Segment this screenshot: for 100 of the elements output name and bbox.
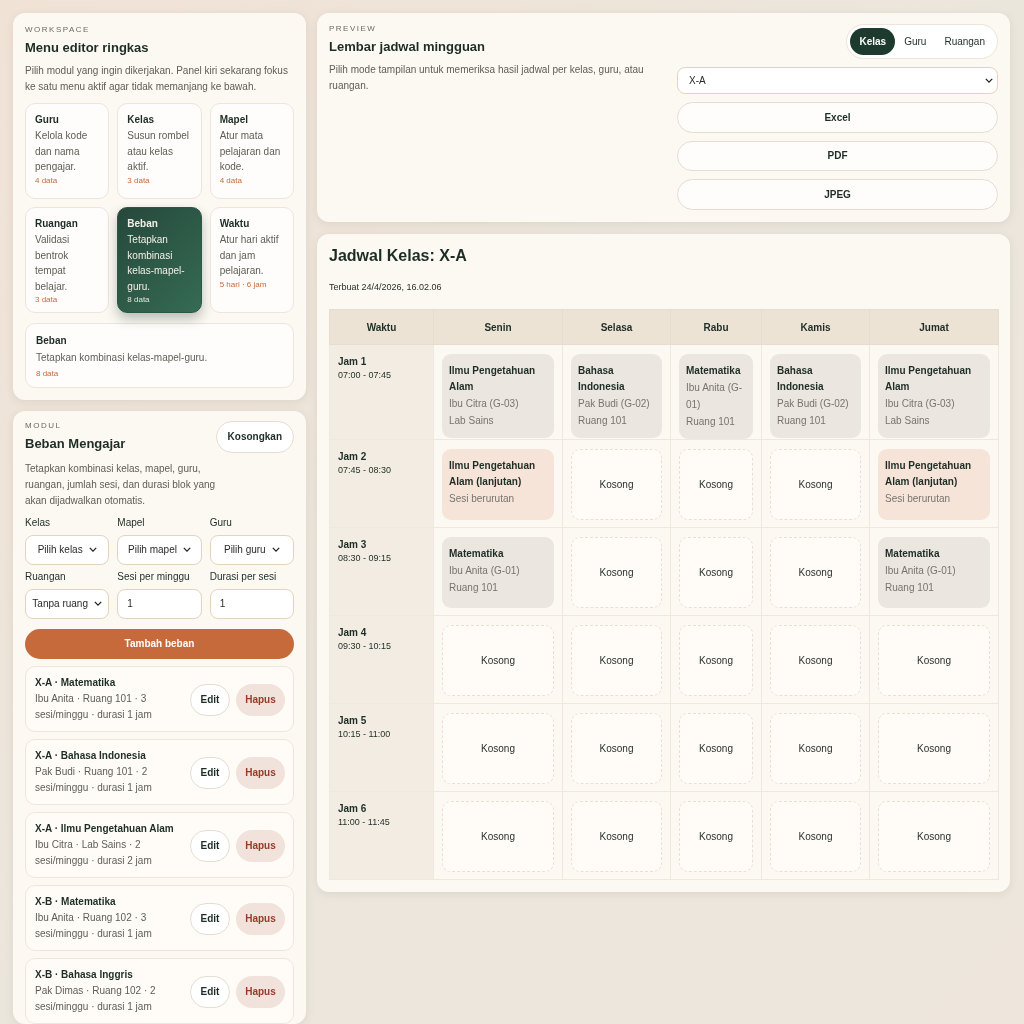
module-card[interactable]: Beban Tetapkan kombinasi kelas-mapel-guru. 8 data [117,207,202,313]
module-title: Beban [127,218,159,229]
empty-slot: Kosong [770,625,861,696]
empty-slot: Kosong [571,449,662,520]
panel-description: Pilih mode tampilan untuk memeriksa hasil jadwal per kelas, guru, atau ruangan. [329,63,645,93]
load-title: X-B · Bahasa Inggris [35,968,134,980]
export-button[interactable]: Excel [677,101,998,133]
time-cell: Jam 5 10:15 - 11:00 [329,703,434,792]
module-count: 5 hari · 6 jam [219,279,268,289]
lesson-card: Bahasa Indonesia Pak Budi (G-02) Ruang 101 [571,354,662,438]
module-card[interactable]: Mapel Atur mata pelajaran dan kode. 4 data [209,103,294,199]
edit-button[interactable]: Edit [190,829,230,862]
number-field[interactable]: 1 [117,588,202,619]
empty-slot: Kosong [571,713,662,784]
empty-slot: Kosong [679,713,753,784]
lesson-card: Ilmu Pengetahuan Alam (lanjutan) Sesi berurutan [878,449,990,520]
field-label: Sesi per minggu [117,570,191,582]
select-field[interactable]: Pilih mapel [117,534,202,565]
load-detail: Pak Budi · Ruang 101 · 2 sesi/minggu · durasi 1 jam [35,764,153,795]
panel-description: Pilih modul yang ingin dikerjakan. Panel kiri sekarang fokus ke satu menu aktif agar tidak memanjang ke bawah. [25,64,289,94]
lesson-card: Ilmu Pengetahuan Alam Ibu Citra (G-03) Lab Sains [442,354,554,438]
edit-button[interactable]: Edit [190,683,230,716]
chevron-down-icon [985,77,993,83]
section-eyebrow: PREVIEW [329,24,378,33]
export-button[interactable]: JPEG [677,179,998,210]
module-count: 8 data [36,368,60,378]
empty-slot: Kosong [770,801,861,872]
load-title: X-A · Ilmu Pengetahuan Alam [35,822,175,834]
panel-title: Lembar jadwal mingguan [329,39,487,54]
add-load-button[interactable]: Tambah beban [25,628,294,659]
field-label: Kelas [25,516,51,528]
module-description: Tetapkan kombinasi kelas-mapel-guru. [36,351,209,365]
module-description: Validasi bentrok tempat belajar. [35,233,71,294]
export-button[interactable]: PDF [677,140,998,172]
module-card[interactable]: Guru Kelola kode dan nama pengajar. 4 data [25,103,110,199]
empty-slot: Kosong [878,801,990,872]
mode-tab[interactable]: Kelas [850,28,896,55]
lesson-card: Ilmu Pengetahuan Alam (lanjutan) Sesi berurutan [442,449,554,520]
load-detail: Pak Dimas · Ruang 102 · 2 sesi/minggu · durasi 1 jam [35,983,157,1014]
column-header: Kamis [761,309,870,345]
delete-button[interactable]: Hapus [236,756,285,789]
column-header: Selasa [562,309,671,345]
module-title: Waktu [219,218,251,229]
generated-time: Terbuat 24/4/2026, 16.02.06 [329,282,443,292]
module-card[interactable]: Ruangan Validasi bentrok tempat belajar. 3 data [25,207,110,313]
load-detail: Ibu Anita · Ruang 101 · 3 sesi/minggu · durasi 1 jam [35,691,153,722]
empty-slot: Kosong [571,625,662,696]
column-header: Jumat [869,309,999,345]
delete-button[interactable]: Hapus [236,683,285,716]
edit-button[interactable]: Edit [190,975,230,1008]
load-detail: Ibu Citra · Lab Sains · 2 sesi/minggu · durasi 2 jam [35,837,153,868]
delete-button[interactable]: Hapus [236,829,285,862]
lesson-card: Bahasa Indonesia Pak Budi (G-02) Ruang 101 [770,354,861,438]
select-field[interactable]: Pilih guru [209,534,294,565]
mode-tab[interactable]: Ruangan [935,28,994,55]
empty-slot: Kosong [679,449,753,520]
mode-tab[interactable]: Guru [895,28,936,55]
field-label: Guru [209,516,233,528]
module-count: 3 data [35,295,59,304]
empty-slot: Kosong [679,801,753,872]
panel-description: Tetapkan kombinasi kelas, mapel, guru, ruangan, jumlah sesi, dan durasi blok yang akan dijadwalkan otomatis. [25,461,217,508]
schedule-title: Jadwal Kelas: X-A [329,247,468,265]
column-header: Rabu [670,309,762,345]
column-header: Senin [433,309,563,345]
module-title: Guru [35,114,60,125]
module-title: Mapel [219,114,249,125]
select-field[interactable]: Tanpa ruang [25,588,110,619]
panel-title: Menu editor ringkas [25,40,150,55]
lesson-card: Matematika Ibu Anita (G-01) Ruang 101 [679,354,753,439]
module-description: Tetapkan kombinasi kelas-mapel-guru. [127,233,186,294]
empty-slot: Kosong [878,625,990,696]
time-cell: Jam 1 07:00 - 07:45 [329,344,434,440]
clear-button[interactable]: Kosongkan [215,420,294,453]
module-title: Ruangan [35,218,79,229]
delete-button[interactable]: Hapus [236,902,285,935]
module-card[interactable]: Waktu Atur hari aktif dan jam pelajaran. 5 hari · 6 jam [209,207,294,313]
edit-button[interactable]: Edit [190,902,230,935]
time-cell: Jam 2 07:45 - 08:30 [329,439,434,528]
chevron-down-icon [182,547,191,552]
load-title: X-A · Matematika [35,676,117,688]
module-description: Atur hari aktif dan jam pelajaran. [219,233,280,278]
module-count: 3 data [127,175,151,185]
target-select[interactable]: X-A [677,67,998,94]
empty-slot: Kosong [770,537,861,608]
empty-slot: Kosong [571,801,662,872]
chevron-down-icon [88,547,97,552]
lesson-card: Matematika Ibu Anita (G-01) Ruang 101 [442,537,554,608]
select-field[interactable]: Pilih kelas [25,534,110,565]
load-title: X-B · Matematika [35,895,117,907]
field-label: Durasi per sesi [209,570,278,582]
module-card[interactable]: Kelas Susun rombel atau kelas aktif. 3 data [117,103,202,199]
lesson-card: Matematika Ibu Anita (G-01) Ruang 101 [878,537,990,608]
empty-slot: Kosong [442,625,554,696]
field-label: Mapel [117,516,146,528]
edit-button[interactable]: Edit [190,756,230,789]
time-cell: Jam 6 11:00 - 11:45 [329,791,434,880]
section-eyebrow: WORKSPACE [25,25,91,34]
delete-button[interactable]: Hapus [236,975,285,1008]
number-field[interactable]: 1 [209,588,294,619]
empty-slot: Kosong [770,449,861,520]
